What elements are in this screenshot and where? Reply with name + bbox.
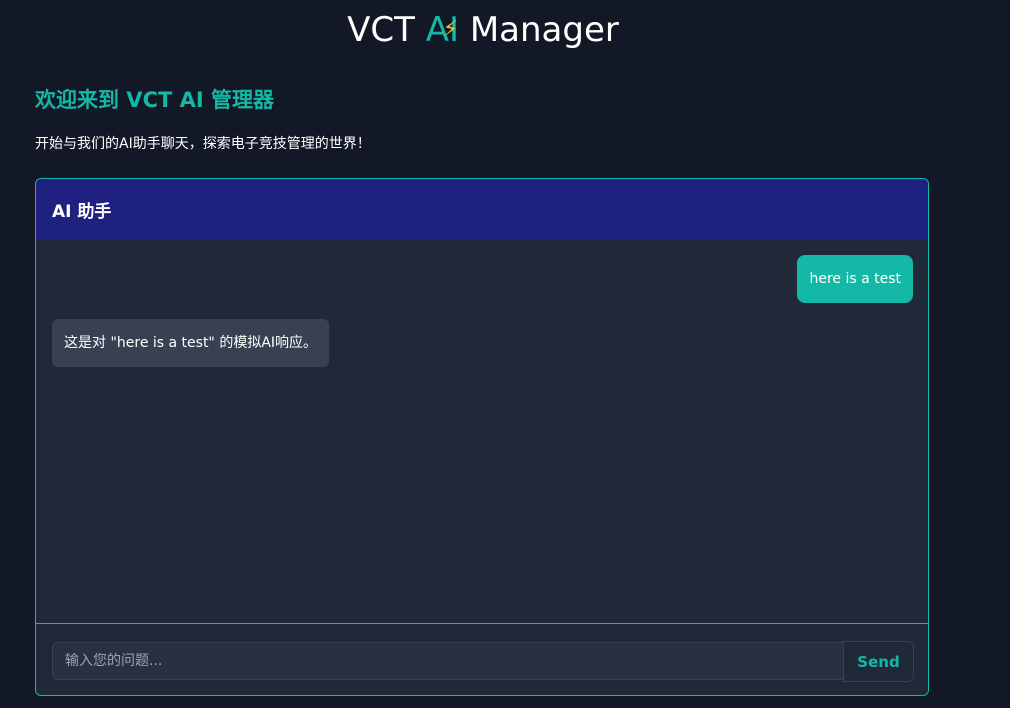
- chat-panel: AI 助手 here is a test 这是对 "here is a test…: [35, 178, 929, 696]
- app-logo: VCT AI ⚡ Manager: [0, 6, 966, 54]
- message-list[interactable]: here is a test 这是对 "here is a test" 的模拟A…: [36, 239, 928, 623]
- chat-input[interactable]: [52, 642, 844, 680]
- user-message: here is a test: [797, 255, 913, 303]
- chat-input-bar: Send: [36, 623, 928, 695]
- chat-header: AI 助手: [36, 179, 928, 239]
- send-button[interactable]: Send: [843, 641, 914, 682]
- logo-prefix: VCT: [347, 10, 426, 50]
- chat-title: AI 助手: [52, 201, 112, 222]
- logo-suffix: Manager: [459, 10, 619, 50]
- logo-ai: AI ⚡: [426, 10, 459, 50]
- welcome-title: 欢迎来到 VCT AI 管理器: [35, 88, 274, 112]
- welcome-subtitle: 开始与我们的AI助手聊天，探索电子竞技管理的世界！: [35, 136, 371, 152]
- page: VCT AI ⚡ Manager 欢迎来到 VCT AI 管理器 开始与我们的AI…: [0, 0, 1010, 708]
- assistant-message: 这是对 "here is a test" 的模拟AI响应。: [52, 319, 330, 367]
- lightning-icon: ⚡: [442, 17, 459, 42]
